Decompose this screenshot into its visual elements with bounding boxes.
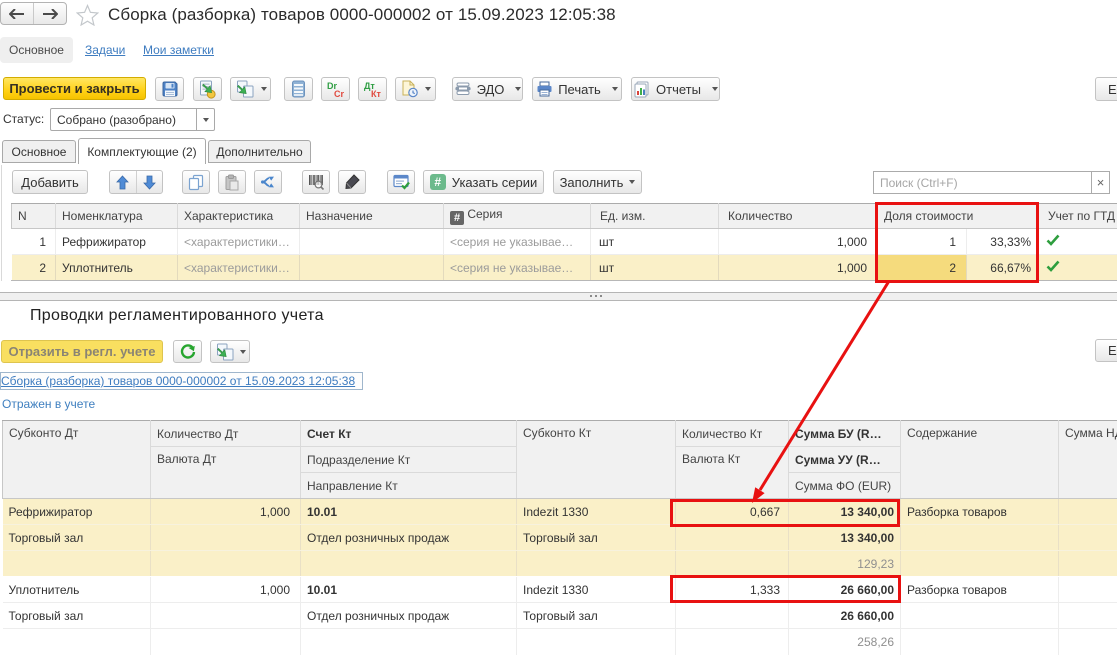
svg-text:Кт: Кт: [371, 89, 381, 99]
svg-text:Cr: Cr: [334, 89, 344, 99]
